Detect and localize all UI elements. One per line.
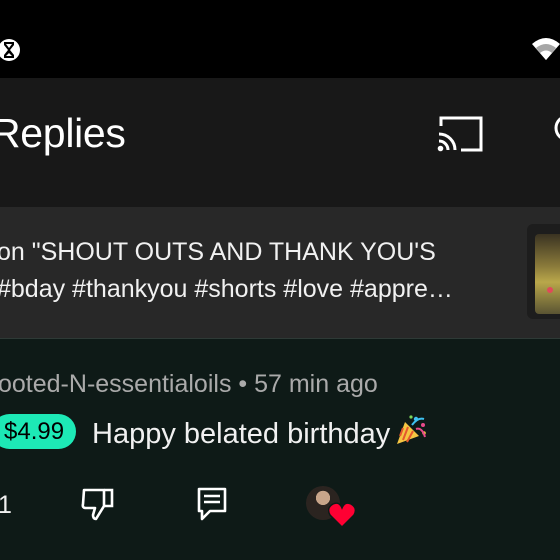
heart-icon [328,502,356,528]
comment-text-content: Happy belated birthday [92,418,391,450]
wifi-icon [532,38,560,60]
reply-icon[interactable] [196,486,228,522]
video-title-line1: on "SHOUT OUTS AND THANK YOU'S [0,238,436,266]
search-icon[interactable] [548,110,560,150]
cast-icon[interactable] [437,114,485,154]
party-popper-icon [397,415,427,444]
page-title: Replies [0,110,126,156]
thumbnail-image [535,234,560,314]
dislike-icon[interactable] [80,486,116,522]
comment-author-meta[interactable]: ooted-N-essentialoils • 57 min ago [0,370,378,399]
video-context-bar[interactable] [0,207,560,338]
comment-text: Happy belated birthday [92,413,428,451]
video-thumbnail[interactable] [527,224,560,319]
like-count: 1 [0,491,12,519]
creator-heart [306,486,358,530]
status-bar [0,0,560,78]
superchat-badge: $4.99 [0,414,77,449]
video-title-line2: #bday #thankyou #shorts #love #appre… [0,275,453,303]
hourglass-icon [0,39,20,61]
thumbnail-detail [547,287,553,293]
